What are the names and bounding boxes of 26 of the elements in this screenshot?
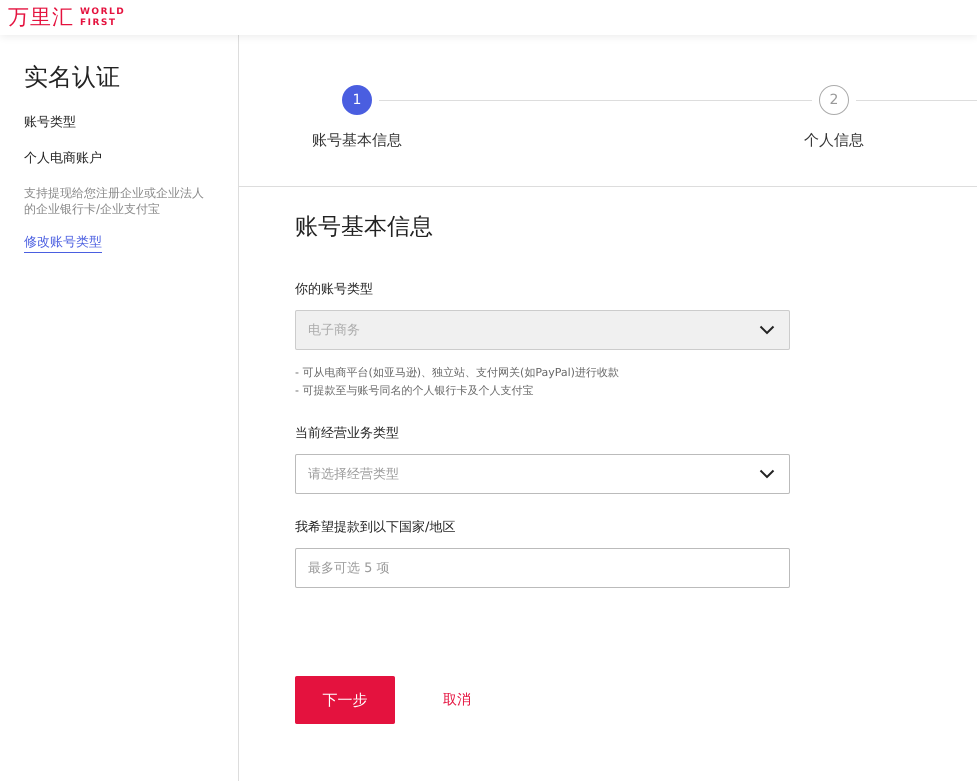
step-number: 2 [819,85,849,115]
input-field[interactable]: 最多可选 5 项 [295,548,790,588]
step-label: 个人信息 [804,131,864,150]
field-label: 我希望提款到以下国家/地区 [295,519,456,536]
page-title: 实名认证 [24,62,121,93]
hint-text: - 可提款至与账号同名的个人银行卡及个人支付宝 [295,383,534,399]
chevron-down-icon [759,325,775,335]
next-button[interactable]: 下一步 [295,676,395,724]
select-placeholder: 请选择经营类型 [308,466,399,483]
select-field[interactable]: 请选择经营类型 [295,454,790,494]
select-value: 电子商务 [308,322,360,339]
field-label: 当前经营业务类型 [295,425,400,442]
step-number: 1 [342,85,372,115]
description-text: 支持提现给您注册企业或企业法人的企业银行卡/企业支付宝 [24,185,205,217]
step-label: 账号基本信息 [312,131,402,150]
logo-text: WORLD [80,6,126,18]
section-label: 账号类型 [24,114,77,131]
account-type: 个人电商账户 [24,150,103,167]
form-title: 账号基本信息 [295,213,434,242]
field-label: 你的账号类型 [295,281,374,298]
logo-text: FIRST [80,18,118,28]
hint-text: - 可从电商平台(如亚马逊)、独立站、支付网关(如PayPal)进行收款 [295,365,620,381]
change-type-link[interactable]: 修改账号类型 [24,233,102,253]
cancel-button[interactable]: 取消 [439,687,475,713]
logo-text: 万里汇 [8,7,74,28]
chevron-down-icon [759,469,775,479]
